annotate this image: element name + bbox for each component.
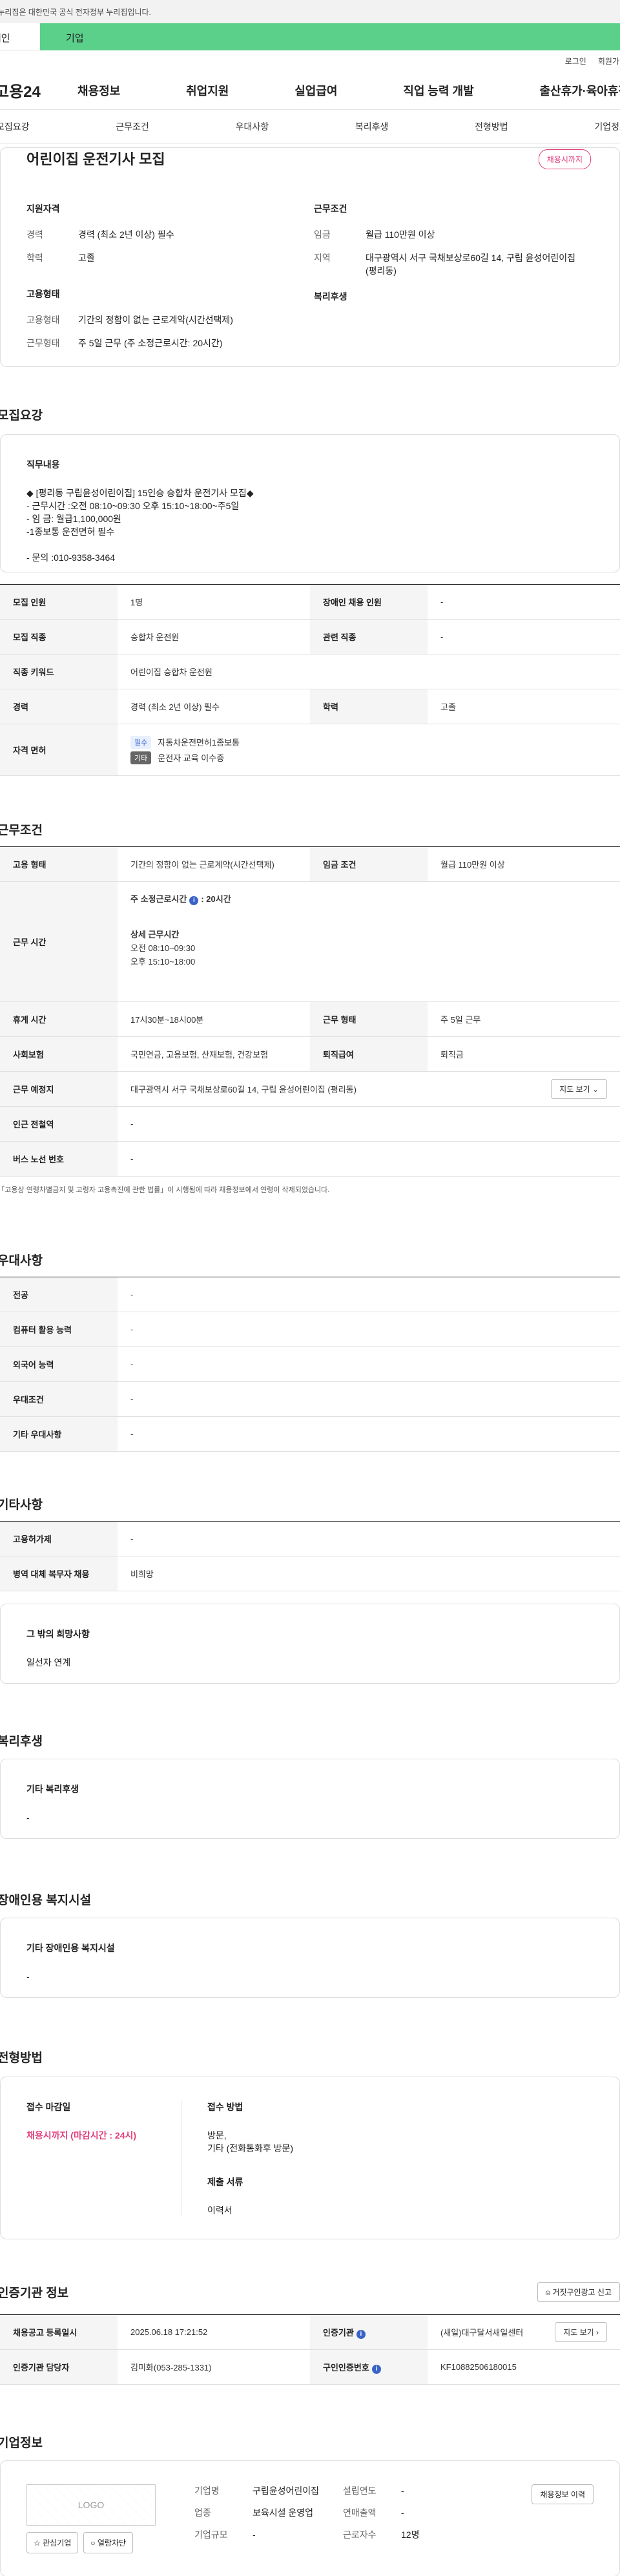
wish-box: 그 밖의 희망사항 일선자 연계 — [0, 1604, 620, 1684]
gnb-item-jobs[interactable]: 채용정보 — [78, 82, 120, 99]
table-row: 휴게 시간 17시30분~18시00분 근무 형태 주 5일 근무 — [0, 1001, 620, 1037]
welfare-heading: 복리후생 — [314, 291, 347, 302]
work-table: 고용 형태 기간의 정함이 없는 근로계약(시간선택제) 임금 조건 월급 110만… — [0, 846, 620, 1177]
weekly-hours: 주 소정근로시간 i: 20시간 — [130, 894, 231, 905]
subtab-recruit[interactable]: 모집요강 — [0, 120, 30, 133]
detail-hours-heading: 상세 근무시간 — [130, 930, 180, 939]
section-tabs: 모집요강 근무조건 우대사항 복리후생 전형방법 기업정보 — [0, 110, 620, 143]
favorite-company-button[interactable]: ☆ 관심기업 — [26, 2532, 79, 2553]
hiring-history-button[interactable]: 채용정보 이력 — [532, 2484, 594, 2504]
pref-title: 우대사항 — [0, 1254, 43, 1268]
tab-individual[interactable]: 개인 — [0, 23, 40, 50]
table-row: 경력 경력 (최소 2년 이상) 필수 학력 고졸 — [0, 689, 620, 724]
summary-right: 근무조건 임금 월급 110만원 이상 지역 대구광역시 서구 국채보상로60길 1… — [314, 202, 601, 360]
map-button[interactable]: 지도 보기 ⌄ — [551, 1079, 607, 1099]
star-icon: ☆ — [34, 2539, 41, 2548]
work-title: 근무조건 — [0, 824, 43, 837]
block-icon: ○ — [90, 2539, 96, 2548]
company-title: 기업정보 — [0, 2436, 43, 2450]
process-box: 접수 마감일 채용시까지 (마감시간 : 24시) 접수 방법 방문, 기타 (… — [0, 2077, 620, 2239]
required-tag: 필수 — [130, 735, 152, 749]
report-button[interactable]: ⍝ 거짓구인광고 신고 — [537, 2282, 620, 2302]
table-row: 전공 - — [0, 1277, 620, 1312]
info-icon[interactable]: i — [356, 2329, 366, 2339]
summary-left: 지원자격 경력 경력 (최소 2년 이상) 필수 학력 고졸 고용형태 고용형태 기간… — [26, 202, 314, 360]
chevron-right-icon: › — [596, 2328, 599, 2337]
info-icon[interactable]: i — [371, 2364, 381, 2374]
deadline-value: 채용시까지 (마감시간 : 24시) — [26, 2130, 137, 2141]
table-row: 모집 직종 승합차 운전원 관련 직종 - — [0, 619, 620, 654]
gov-banner: 이 누리집은 대한민국 공식 전자정부 누리집입니다. — [0, 0, 620, 23]
table-row: 직종 키워드 어린이집 승합차 운전원 — [0, 654, 620, 689]
etc-title: 기타사항 — [0, 1498, 43, 1512]
subtab-company[interactable]: 기업정보 — [594, 120, 620, 133]
table-row: 인증기관 담당자 김미화(053-285-1331) 구인인증번호 i KF1088… — [0, 2349, 620, 2385]
agency-table: 채용공고 등록일시 2025.06.18 17:21:52 인증기관 i (새일)대… — [0, 2314, 620, 2385]
table-row: 근무 예정지 대구광역시 서구 국채보상로60길 14, 구립 윤성어린이집 (… — [0, 1071, 620, 1107]
facility-title: 장애인용 복지시설 — [0, 1894, 92, 1907]
age-note: *「고용상 연령차별금지 및 고령자 고용촉진에 관한 법률」이 시행됨에 따라… — [0, 1186, 330, 1194]
table-row: 채용공고 등록일시 2025.06.18 17:21:52 인증기관 i (새일)대… — [0, 2314, 620, 2350]
facility-box: 기타 장애인용 복지시설 - — [0, 1918, 620, 1998]
table-row: 자격 면허 필수 자동차운전면허1종보통 기타 운전자 교육 이수증 — [0, 724, 620, 776]
login-link[interactable]: 로그인 — [565, 56, 586, 67]
company-logo: LOGO — [26, 2484, 156, 2526]
table-row: 인근 전철역 - — [0, 1106, 620, 1142]
job-title: 어린이집 운전기사 모집 — [26, 151, 165, 167]
emp-heading: 고용형태 — [26, 289, 60, 299]
job-summary-card: 어린이집 운전기사 모집 채용시까지 지원자격 경력 경력 (최소 2년 이상) … — [0, 147, 620, 367]
gnb-item-support[interactable]: 취업지원 — [186, 82, 229, 99]
table-row: 컴퓨터 활용 능력 - — [0, 1312, 620, 1347]
etc-tag: 기타 — [130, 751, 152, 764]
table-row: 고용허가제 - — [0, 1521, 620, 1556]
table-row: 우대조건 - — [0, 1381, 620, 1417]
info-icon[interactable]: i — [189, 896, 199, 905]
work-heading: 근무조건 — [314, 204, 347, 214]
table-row: 외국어 능력 - — [0, 1346, 620, 1382]
agency-title: 인증기관 정보 — [0, 2287, 69, 2300]
license-item: 필수 자동차운전면허1종보통 — [130, 735, 607, 749]
process-title: 전형방법 — [0, 2051, 43, 2065]
table-row: 사회보험 국민연금, 고용보험, 산재보험, 건강보험 퇴직급여 퇴직금 — [0, 1036, 620, 1072]
company-box: LOGO ☆ 관심기업 ○ 열람차단 기업명 구립윤성어린이집 설립연도 - 업종 보육… — [0, 2460, 620, 2576]
gnb-item-training[interactable]: 직업 능력 개발 — [403, 82, 473, 99]
duty-heading: 직무내용 — [26, 459, 60, 470]
signup-link[interactable]: 회원가입 — [598, 56, 620, 67]
subtab-pref[interactable]: 우대사항 — [236, 120, 269, 133]
block-company-button[interactable]: ○ 열람차단 — [83, 2532, 134, 2553]
etc-table: 고용허가제 - 병역 대체 복무자 채용 비희망 — [0, 1521, 620, 1591]
license-item: 기타 운전자 교육 이수증 — [130, 751, 607, 764]
table-row: 모집 인원 1명 장애인 채용 인원 - — [0, 584, 620, 620]
alarm-icon: ⍝ — [545, 2288, 550, 2297]
recruit-title: 모집요강 — [0, 409, 43, 423]
table-row: 고용 형태 기간의 정함이 없는 근로계약(시간선택제) 임금 조건 월급 110만… — [0, 846, 620, 882]
site-logo[interactable]: 고용24 — [0, 79, 72, 101]
site-tabs: 개인 기업 — [0, 23, 620, 50]
duty-text: ◆ [평리동 구립윤성어린이집] 15인승 승합차 운전기사 모집◆ - 근무시… — [26, 488, 254, 563]
subtab-work[interactable]: 근무조건 — [116, 120, 149, 133]
agency-map-button[interactable]: 지도 보기 › — [555, 2322, 607, 2342]
page: 이 누리집은 대한민국 공식 전자정부 누리집입니다. 개인 기업 로그인 회원… — [0, 0, 620, 2576]
deadline-badge: 채용시까지 — [538, 149, 591, 169]
table-row: 병역 대체 복무자 채용 비희망 — [0, 1556, 620, 1591]
chevron-down-icon: ⌄ — [592, 1085, 599, 1094]
gnb-item-leave[interactable]: 출산휴가·육아휴직 — [540, 82, 620, 99]
recruit-table: 모집 인원 1명 장애인 채용 인원 - 모집 직종 승합차 운전원 관련 직종 - 직… — [0, 584, 620, 776]
global-nav: 고용24 채용정보 취업지원 실업급여 직업 능력 개발 출산휴가·육아휴직 — [0, 71, 620, 110]
tab-corporate[interactable]: 기업 — [40, 23, 620, 50]
util-links: 로그인 회원가입 — [0, 50, 620, 71]
welfare-box: 기타 복리후생 - — [0, 1759, 620, 1839]
table-row: 근무 시간 주 소정근로시간 i: 20시간 상세 근무시간 오전 08:10~0… — [0, 881, 620, 1002]
subtab-welfare[interactable]: 복리후생 — [355, 120, 389, 133]
qual-heading: 지원자격 — [26, 204, 60, 214]
pref-table: 전공 - 컴퓨터 활용 능력 - 외국어 능력 - 우대조건 - 기타 우대사항 - — [0, 1277, 620, 1452]
subtab-process[interactable]: 전형방법 — [475, 120, 508, 133]
duty-box: 직무내용 ◆ [평리동 구립윤성어린이집] 15인승 승합차 운전기사 모집◆ … — [0, 434, 620, 572]
gnb-item-unemployment[interactable]: 실업급여 — [294, 82, 337, 99]
welfare-title: 복리후생 — [0, 1735, 43, 1748]
table-row: 버스 노선 번호 - — [0, 1141, 620, 1177]
table-row: 기타 우대사항 - — [0, 1416, 620, 1452]
